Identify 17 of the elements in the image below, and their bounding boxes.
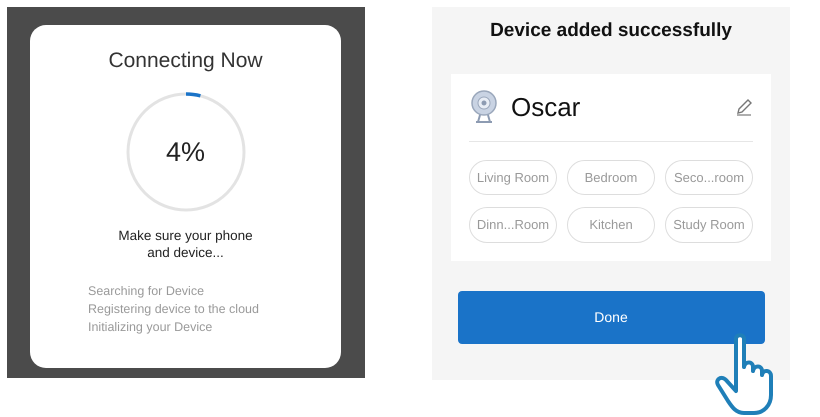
screen-title: Device added successfully <box>490 19 732 43</box>
progress-percent: 4% <box>166 135 206 168</box>
status-step: Initializing your Device <box>88 318 259 336</box>
room-chip[interactable]: Seco...room <box>665 160 753 195</box>
pencil-icon[interactable] <box>735 98 753 116</box>
room-chip[interactable]: Study Room <box>665 207 753 242</box>
camera-icon <box>469 90 499 124</box>
device-name: Oscar <box>511 90 582 124</box>
status-step: Searching for Device <box>88 282 259 300</box>
room-chip[interactable]: Bedroom <box>567 160 655 195</box>
status-step: Registering device to the cloud <box>88 300 259 318</box>
instruction-text: Make sure your phone and device... <box>117 226 254 262</box>
dialog-title: Connecting Now <box>108 48 263 74</box>
room-chip[interactable]: Dinn...Room <box>469 207 557 242</box>
room-chip[interactable]: Kitchen <box>567 207 655 242</box>
room-chip[interactable]: Living Room <box>469 160 557 195</box>
done-button[interactable]: Done <box>458 290 764 344</box>
